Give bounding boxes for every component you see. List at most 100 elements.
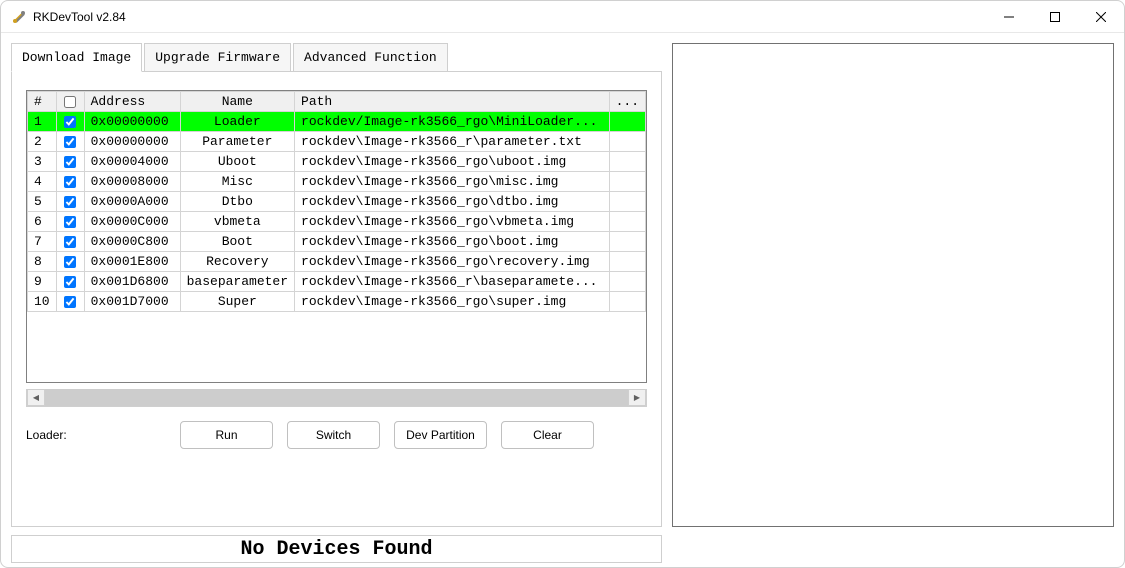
clear-button[interactable]: Clear <box>501 421 594 449</box>
table-row[interactable]: 6 0x0000C000vbmetarockdev\Image-rk3566_rg… <box>28 212 646 232</box>
row-checkbox[interactable] <box>64 116 76 128</box>
cell-name[interactable]: Recovery <box>180 252 294 272</box>
cell-index[interactable]: 8 <box>28 252 57 272</box>
log-pane[interactable] <box>672 43 1114 527</box>
minimize-button[interactable] <box>986 1 1032 33</box>
cell-browse[interactable] <box>609 252 645 272</box>
header-dots[interactable]: ... <box>609 92 645 112</box>
cell-index[interactable]: 2 <box>28 132 57 152</box>
cell-path[interactable]: rockdev\Image-rk3566_rgo\recovery.img <box>295 252 610 272</box>
table-row[interactable]: 8 0x0001E800Recoveryrockdev\Image-rk3566_… <box>28 252 646 272</box>
row-checkbox[interactable] <box>64 136 76 148</box>
table-row[interactable]: 2 0x00000000Parameterrockdev\Image-rk3566… <box>28 132 646 152</box>
cell-checkbox[interactable] <box>56 292 84 312</box>
table-row[interactable]: 10 0x001D7000Superrockdev\Image-rk3566_rg… <box>28 292 646 312</box>
cell-name[interactable]: Loader <box>180 112 294 132</box>
cell-checkbox[interactable] <box>56 112 84 132</box>
cell-name[interactable]: Boot <box>180 232 294 252</box>
header-address[interactable]: Address <box>84 92 180 112</box>
table-row[interactable]: 9 0x001D6800baseparameterrockdev\Image-rk… <box>28 272 646 292</box>
cell-address[interactable]: 0x001D7000 <box>84 292 180 312</box>
cell-path[interactable]: rockdev\Image-rk3566_rgo\super.img <box>295 292 610 312</box>
run-button[interactable]: Run <box>180 421 273 449</box>
header-path[interactable]: Path <box>295 92 610 112</box>
cell-checkbox[interactable] <box>56 192 84 212</box>
cell-browse[interactable] <box>609 132 645 152</box>
cell-path[interactable]: rockdev\Image-rk3566_r\parameter.txt <box>295 132 610 152</box>
cell-checkbox[interactable] <box>56 172 84 192</box>
tab-download-image[interactable]: Download Image <box>11 43 142 72</box>
cell-name[interactable]: Misc <box>180 172 294 192</box>
cell-browse[interactable] <box>609 112 645 132</box>
cell-address[interactable]: 0x001D6800 <box>84 272 180 292</box>
cell-path[interactable]: rockdev/Image-rk3566_rgo\MiniLoader... <box>295 112 610 132</box>
scroll-track[interactable] <box>45 389 628 406</box>
row-checkbox[interactable] <box>64 216 76 228</box>
cell-browse[interactable] <box>609 212 645 232</box>
cell-index[interactable]: 10 <box>28 292 57 312</box>
cell-index[interactable]: 5 <box>28 192 57 212</box>
cell-index[interactable]: 9 <box>28 272 57 292</box>
table-row[interactable]: 3 0x00004000Ubootrockdev\Image-rk3566_rgo… <box>28 152 646 172</box>
row-checkbox[interactable] <box>64 156 76 168</box>
cell-name[interactable]: vbmeta <box>180 212 294 232</box>
cell-address[interactable]: 0x00004000 <box>84 152 180 172</box>
cell-name[interactable]: baseparameter <box>180 272 294 292</box>
table-row[interactable]: 5 0x0000A000Dtborockdev\Image-rk3566_rgo\… <box>28 192 646 212</box>
cell-name[interactable]: Uboot <box>180 152 294 172</box>
header-checkbox[interactable] <box>56 92 84 112</box>
header-name[interactable]: Name <box>180 92 294 112</box>
cell-checkbox[interactable] <box>56 252 84 272</box>
cell-checkbox[interactable] <box>56 132 84 152</box>
cell-path[interactable]: rockdev\Image-rk3566_rgo\misc.img <box>295 172 610 192</box>
scroll-left-button[interactable]: ◀ <box>27 389 45 406</box>
maximize-button[interactable] <box>1032 1 1078 33</box>
cell-browse[interactable] <box>609 192 645 212</box>
row-checkbox[interactable] <box>64 256 76 268</box>
cell-path[interactable]: rockdev\Image-rk3566_rgo\uboot.img <box>295 152 610 172</box>
row-checkbox[interactable] <box>64 196 76 208</box>
cell-name[interactable]: Dtbo <box>180 192 294 212</box>
horizontal-scrollbar[interactable]: ◀ ▶ <box>26 389 647 407</box>
table-row[interactable]: 40x00008000Miscrockdev\Image-rk3566_rgo\… <box>28 172 646 192</box>
cell-browse[interactable] <box>609 152 645 172</box>
cell-checkbox[interactable] <box>56 152 84 172</box>
tab-advanced-function[interactable]: Advanced Function <box>293 43 448 72</box>
tab-upgrade-firmware[interactable]: Upgrade Firmware <box>144 43 291 72</box>
cell-browse[interactable] <box>609 292 645 312</box>
cell-address[interactable]: 0x0000C000 <box>84 212 180 232</box>
cell-address[interactable]: 0x0001E800 <box>84 252 180 272</box>
header-index[interactable]: # <box>28 92 57 112</box>
cell-address[interactable]: 0x00000000 <box>84 132 180 152</box>
cell-path[interactable]: rockdev\Image-rk3566_r\baseparamete... <box>295 272 610 292</box>
cell-address[interactable]: 0x00000000 <box>84 112 180 132</box>
scroll-right-button[interactable]: ▶ <box>628 389 646 406</box>
cell-checkbox[interactable] <box>56 212 84 232</box>
cell-index[interactable]: 3 <box>28 152 57 172</box>
cell-browse[interactable] <box>609 272 645 292</box>
cell-index[interactable]: 6 <box>28 212 57 232</box>
row-checkbox[interactable] <box>64 176 76 188</box>
cell-browse[interactable] <box>609 232 645 252</box>
cell-address[interactable]: 0x00008000 <box>84 172 180 192</box>
cell-checkbox[interactable] <box>56 232 84 252</box>
cell-address[interactable]: 0x0000A000 <box>84 192 180 212</box>
row-checkbox[interactable] <box>64 276 76 288</box>
switch-button[interactable]: Switch <box>287 421 380 449</box>
table-row[interactable]: 10x00000000Loaderrockdev/Image-rk3566_rg… <box>28 112 646 132</box>
cell-name[interactable]: Parameter <box>180 132 294 152</box>
cell-path[interactable]: rockdev\Image-rk3566_rgo\boot.img <box>295 232 610 252</box>
cell-name[interactable]: Super <box>180 292 294 312</box>
cell-browse[interactable] <box>609 172 645 192</box>
cell-checkbox[interactable] <box>56 272 84 292</box>
row-checkbox[interactable] <box>64 296 76 308</box>
cell-path[interactable]: rockdev\Image-rk3566_rgo\dtbo.img <box>295 192 610 212</box>
scroll-thumb[interactable] <box>45 389 628 406</box>
cell-index[interactable]: 7 <box>28 232 57 252</box>
dev-partition-button[interactable]: Dev Partition <box>394 421 487 449</box>
cell-address[interactable]: 0x0000C800 <box>84 232 180 252</box>
select-all-checkbox[interactable] <box>64 96 76 108</box>
table-row[interactable]: 7 0x0000C800Bootrockdev\Image-rk3566_rgo\… <box>28 232 646 252</box>
close-button[interactable] <box>1078 1 1124 33</box>
cell-path[interactable]: rockdev\Image-rk3566_rgo\vbmeta.img <box>295 212 610 232</box>
